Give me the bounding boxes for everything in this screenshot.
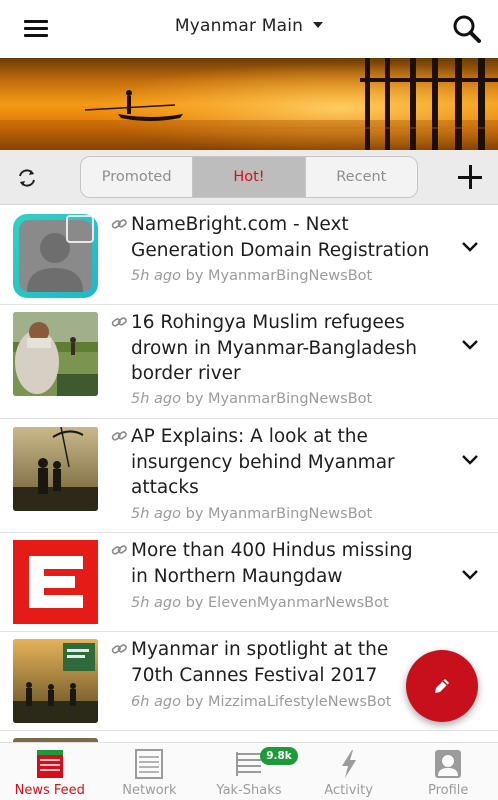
list-item[interactable]: NameBright.com - Next Generation Domain …: [0, 206, 498, 305]
tab-hot[interactable]: Hot!: [193, 157, 306, 197]
channel-banner-image: [0, 58, 498, 150]
nav-yak-shaks[interactable]: 9.8k Yak-Shaks: [199, 743, 299, 800]
author-link[interactable]: ElevenMyanmarNewsBot: [208, 595, 389, 611]
feed-sort-tabs: Promoted Hot! Recent: [80, 156, 418, 198]
nav-activity[interactable]: Activity: [299, 743, 399, 800]
item-meta: 5h ago by MyanmarBingNewsBot: [131, 506, 372, 522]
headline-line: in Northern Maungdaw: [131, 565, 343, 587]
search-icon[interactable]: [452, 14, 482, 44]
headline: More than 400 Hindus missing in Northern…: [131, 538, 456, 589]
activity-icon: [341, 750, 356, 778]
author-link[interactable]: MyanmarBingNewsBot: [208, 391, 372, 407]
news-thumbnail: [13, 312, 98, 396]
headline: 16 Rohingya Muslim refugees drown in Mya…: [131, 310, 456, 387]
link-icon: [111, 545, 127, 555]
author-link[interactable]: MizzimaLifestyleNewsBot: [208, 694, 391, 710]
nav-label: News Feed: [14, 783, 85, 798]
headline: NameBright.com - Next Generation Domain …: [131, 212, 456, 263]
profile-icon: [435, 750, 462, 778]
tab-promoted[interactable]: Promoted: [81, 157, 194, 197]
nav-network[interactable]: Network: [100, 743, 200, 800]
timestamp: 6h ago: [131, 694, 181, 710]
headline-line: NameBright.com - Next: [131, 214, 349, 235]
timestamp: 5h ago: [131, 506, 181, 522]
link-icon: [111, 644, 127, 654]
list-item[interactable]: More than 400 Hindus missing in Northern…: [0, 533, 498, 632]
news-feed-icon: [36, 750, 63, 778]
timestamp: 5h ago: [131, 268, 181, 284]
feed-filter-bar: Promoted Hot! Recent: [0, 150, 498, 205]
author-link[interactable]: MyanmarBingNewsBot: [208, 268, 372, 284]
link-icon: [111, 317, 127, 327]
list-item[interactable]: AP Explains: A look at the insurgency be…: [0, 419, 498, 533]
by-label: by: [185, 506, 204, 522]
headline: AP Explains: A look at the insurgency be…: [131, 424, 456, 501]
compose-button[interactable]: [406, 650, 478, 722]
by-label: by: [185, 391, 204, 407]
news-thumbnail: [13, 540, 98, 624]
timestamp: 5h ago: [131, 391, 181, 407]
list-item[interactable]: 16 Rohingya Muslim refugees drown in Mya…: [0, 305, 498, 419]
nav-label: Activity: [324, 783, 373, 798]
headline-line: Myanmar in spotlight at the: [131, 639, 389, 660]
by-label: by: [185, 595, 204, 611]
by-label: by: [185, 268, 204, 284]
item-meta: 6h ago by MizzimaLifestyleNewsBot: [131, 694, 391, 710]
news-thumbnail: [13, 639, 98, 723]
headline-line: insurgency behind Myanmar: [131, 451, 395, 473]
nav-label: Network: [122, 783, 177, 798]
headline-line: AP Explains: A look at the: [131, 426, 368, 447]
refresh-icon[interactable]: [16, 167, 38, 189]
chevron-down-icon[interactable]: [460, 453, 480, 467]
link-icon: [111, 431, 127, 441]
item-meta: 5h ago by MyanmarBingNewsBot: [131, 391, 372, 407]
app-bar: Myanmar Main: [0, 0, 498, 58]
timestamp: 5h ago: [131, 595, 181, 611]
news-thumbnail: [13, 427, 98, 511]
headline-line: More than 400 Hindus missing: [131, 540, 413, 561]
nav-label: Yak-Shaks: [216, 783, 282, 798]
tab-recent[interactable]: Recent: [306, 157, 417, 197]
nav-label: Profile: [427, 783, 469, 798]
item-meta: 5h ago by ElevenMyanmarNewsBot: [131, 595, 389, 611]
headline-line: attacks: [131, 477, 199, 498]
bottom-navigation: News Feed Network 9.8k Yak-Shaks Activit…: [0, 742, 498, 800]
headline-line: Generation Domain Registration: [131, 239, 430, 261]
nav-profile[interactable]: Profile: [398, 743, 498, 800]
by-label: by: [185, 694, 204, 710]
nav-news-feed[interactable]: News Feed: [0, 743, 100, 800]
headline-line: border river: [131, 363, 241, 384]
network-icon: [135, 749, 164, 779]
headline-line: 16 Rohingya Muslim refugees: [131, 312, 405, 333]
channel-selector[interactable]: Myanmar Main: [0, 16, 498, 36]
author-link[interactable]: MyanmarBingNewsBot: [208, 506, 372, 522]
link-icon: [111, 219, 127, 229]
notification-badge: 9.8k: [260, 747, 298, 765]
avatar: [13, 214, 98, 298]
page-title: Myanmar Main: [174, 16, 304, 36]
chevron-down-icon[interactable]: [460, 568, 480, 582]
chevron-down-icon[interactable]: [460, 240, 480, 254]
item-meta: 5h ago by MyanmarBingNewsBot: [131, 268, 372, 284]
pencil-icon: [435, 679, 449, 693]
plus-icon[interactable]: [456, 163, 484, 191]
chevron-down-icon[interactable]: [460, 338, 480, 352]
chevron-down-icon: [313, 21, 324, 28]
headline-line: drown in Myanmar-Bangladesh: [131, 337, 417, 359]
